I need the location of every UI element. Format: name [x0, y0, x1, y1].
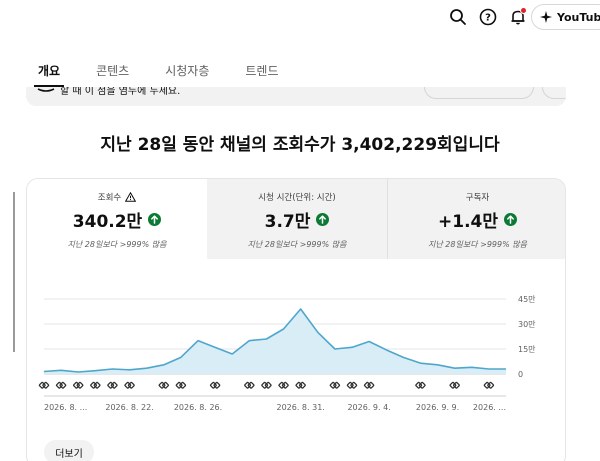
sparkle-icon — [540, 11, 552, 23]
banner-icon — [37, 88, 55, 92]
video-marker-icon[interactable] — [483, 381, 495, 389]
video-marker-icon[interactable] — [449, 381, 460, 389]
search-icon[interactable] — [446, 5, 470, 29]
video-marker-icon[interactable] — [55, 381, 67, 389]
video-marker-icon[interactable] — [329, 381, 341, 389]
tab-content[interactable]: 콘텐츠 — [96, 62, 129, 89]
metric-subscribers[interactable]: 구독자 +1.4만 지난 28일보다 >999% 많음 — [387, 179, 565, 259]
notifications-icon[interactable] — [506, 5, 530, 29]
page-headline: 지난 28일 동안 채널의 조회수가 3,402,229회입니다 — [100, 135, 500, 155]
metric-label: 시청 시간(단위: 시간) — [258, 193, 336, 203]
video-marker-icon[interactable] — [278, 381, 289, 389]
video-marker-icon[interactable] — [38, 381, 50, 389]
video-marker-icon[interactable] — [363, 381, 375, 389]
more-button[interactable]: 더보기 — [44, 440, 94, 461]
video-marker-icon[interactable] — [261, 381, 272, 389]
video-marker-icon[interactable] — [295, 381, 306, 389]
x-tick-label: 2026. 8. 31. — [276, 403, 324, 412]
video-marker-icon[interactable] — [73, 381, 84, 389]
metric-comparison: 지난 28일보다 >999% 많음 — [428, 240, 527, 249]
arrow-up-icon — [148, 213, 162, 226]
edge-divider — [13, 192, 15, 352]
video-marker-icon[interactable] — [175, 381, 187, 389]
youtube-button-label: YouTube — [557, 10, 600, 24]
info-banner: 할 때 이 점을 염두에 두세요. — [26, 87, 566, 106]
x-tick-label: 2026. 8. 26. — [174, 403, 222, 412]
x-tick-label: 2026. ... — [473, 403, 506, 412]
video-marker-icon[interactable] — [415, 381, 426, 389]
views-chart[interactable]: 45만 30만 15만 0 2026. 8. ... 2026. 8. 22. 2026. … — [26, 279, 566, 424]
tab-audience[interactable]: 시청자층 — [165, 62, 209, 89]
metric-value: 340.2만 — [72, 212, 143, 232]
video-marker-icon[interactable] — [346, 381, 358, 389]
video-marker-icon[interactable] — [107, 381, 118, 389]
top-bar: ? YouTube — [0, 0, 600, 34]
help-icon[interactable]: ? — [476, 5, 500, 29]
banner-text: 할 때 이 점을 염두에 두세요. — [60, 87, 181, 97]
metric-label: 조회수 — [97, 193, 122, 203]
x-tick-label: 2026. 9. 9. — [416, 403, 459, 412]
x-tick-label: 2026. 8. 22. — [105, 403, 153, 412]
metric-label: 구독자 — [465, 193, 490, 203]
svg-text:?: ? — [485, 13, 491, 24]
x-tick-label: 2026. 9. 4. — [347, 403, 390, 412]
y-tick-label: 30만 — [518, 320, 536, 329]
metric-comparison: 지난 28일보다 >999% 많음 — [67, 240, 167, 249]
metric-value: 3.7만 — [264, 212, 311, 232]
video-marker-icon[interactable] — [209, 381, 221, 389]
video-marker-icon[interactable] — [244, 381, 255, 389]
banner-dismiss-button[interactable] — [542, 87, 566, 99]
x-tick-label: 2026. 8. ... — [44, 403, 87, 412]
video-marker-icon[interactable] — [158, 381, 169, 389]
video-marker-icon[interactable] — [124, 381, 135, 389]
arrow-up-icon — [316, 213, 330, 226]
metric-watch-time[interactable]: 시청 시간(단위: 시간) 3.7만 지난 28일보다 >999% 많음 — [207, 179, 387, 259]
arrow-up-icon — [504, 213, 517, 226]
notification-dot — [520, 7, 527, 14]
metric-comparison: 지난 28일보다 >999% 많음 — [247, 240, 347, 249]
metric-views[interactable]: 조회수 340.2만 지난 28일보다 >999% 많음 — [27, 179, 207, 259]
y-tick-label: 0 — [518, 370, 523, 379]
metric-value: +1.4만 — [438, 212, 498, 232]
y-tick-label: 15만 — [518, 345, 536, 354]
tab-bar: 개요 콘텐츠 시청자층 트렌드 — [38, 62, 315, 89]
video-marker-icon[interactable] — [90, 381, 101, 389]
y-tick-label: 45만 — [518, 295, 536, 304]
tab-trends[interactable]: 트렌드 — [245, 62, 278, 89]
banner-action-button[interactable] — [424, 87, 534, 99]
warning-icon[interactable] — [125, 192, 137, 202]
youtube-ai-button[interactable]: YouTube — [531, 4, 600, 30]
